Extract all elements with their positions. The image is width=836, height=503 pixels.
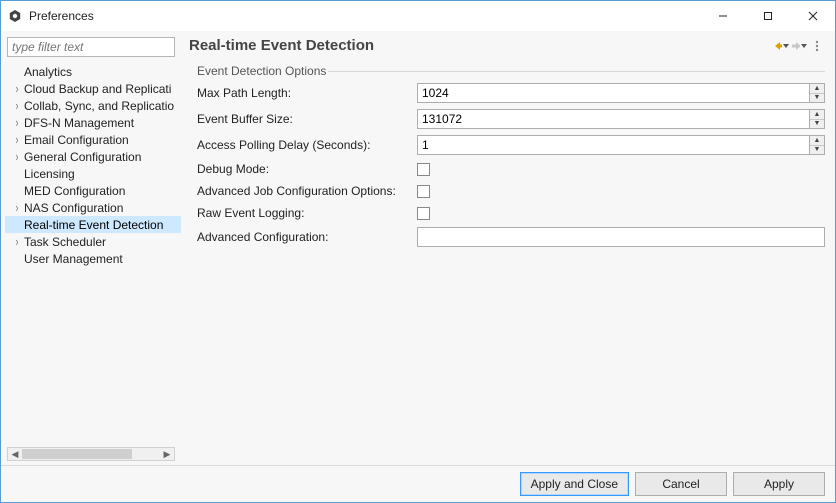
access-polling-delay-spinner[interactable]: ▲ ▼ — [417, 135, 825, 155]
sidebar-item-licensing[interactable]: Licensing — [5, 165, 181, 182]
access-polling-delay-input[interactable] — [417, 135, 809, 155]
sidebar-item-label: Analytics — [24, 65, 72, 79]
row-raw-event-logging: Raw Event Logging: — [195, 202, 825, 224]
sidebar-item-label: MED Configuration — [24, 184, 125, 198]
sidebar: Analytics›Cloud Backup and Replicati›Col… — [1, 31, 181, 465]
row-adv-job-cfg: Advanced Job Configuration Options: — [195, 180, 825, 202]
row-event-buffer-size: Event Buffer Size: ▲ ▼ — [195, 106, 825, 132]
form: Max Path Length: ▲ ▼ Event Buffer Size: — [195, 80, 825, 250]
label-debug-mode: Debug Mode: — [195, 162, 417, 176]
adv-config-input[interactable] — [417, 227, 825, 247]
page-title: Real-time Event Detection — [189, 37, 374, 54]
expander-icon[interactable]: › — [11, 235, 23, 249]
sidebar-item-label: DFS-N Management — [24, 116, 134, 130]
expander-icon[interactable]: › — [11, 82, 23, 96]
sidebar-item-label: General Configuration — [24, 150, 141, 164]
sidebar-item-label: Cloud Backup and Replicati — [24, 82, 171, 96]
scroll-thumb[interactable] — [22, 449, 132, 459]
row-access-polling-delay: Access Polling Delay (Seconds): ▲ ▼ — [195, 132, 825, 158]
sidebar-item-label: Licensing — [24, 167, 75, 181]
dialog-body: Analytics›Cloud Backup and Replicati›Col… — [1, 31, 835, 465]
sidebar-item-label: User Management — [24, 252, 123, 266]
main-header: Real-time Event Detection — [181, 31, 835, 64]
horizontal-scrollbar[interactable]: ◀ ▶ — [7, 447, 175, 461]
row-max-path-length: Max Path Length: ▲ ▼ — [195, 80, 825, 106]
sidebar-item-email-configuration[interactable]: ›Email Configuration — [5, 131, 181, 148]
sidebar-item-collab-sync-and-replicatio[interactable]: ›Collab, Sync, and Replicatio — [5, 97, 181, 114]
apply-button[interactable]: Apply — [733, 472, 825, 496]
sidebar-item-label: Collab, Sync, and Replicatio — [24, 99, 174, 113]
app-icon — [7, 8, 23, 24]
spin-up-icon[interactable]: ▲ — [810, 110, 824, 120]
raw-event-logging-checkbox[interactable] — [417, 207, 430, 220]
expander-icon[interactable]: › — [11, 150, 23, 164]
spinner-buttons: ▲ ▼ — [809, 135, 825, 155]
spin-up-icon[interactable]: ▲ — [810, 136, 824, 146]
sidebar-item-label: Real-time Event Detection — [24, 218, 163, 232]
minimize-button[interactable] — [700, 1, 745, 31]
dialog-footer: Apply and Close Cancel Apply — [1, 465, 835, 502]
expander-icon[interactable]: › — [11, 201, 23, 215]
maximize-button[interactable] — [745, 1, 790, 31]
max-path-length-spinner[interactable]: ▲ ▼ — [417, 83, 825, 103]
expander-icon[interactable]: › — [11, 116, 23, 130]
apply-and-close-button[interactable]: Apply and Close — [520, 472, 629, 496]
window-title: Preferences — [29, 9, 94, 23]
max-path-length-input[interactable] — [417, 83, 809, 103]
sidebar-item-analytics[interactable]: Analytics — [5, 63, 181, 80]
sidebar-item-cloud-backup-and-replicati[interactable]: ›Cloud Backup and Replicati — [5, 80, 181, 97]
spin-down-icon[interactable]: ▼ — [810, 94, 824, 103]
sidebar-item-med-configuration[interactable]: MED Configuration — [5, 182, 181, 199]
label-access-polling-delay: Access Polling Delay (Seconds): — [195, 138, 417, 152]
sidebar-item-dfs-n-management[interactable]: ›DFS-N Management — [5, 114, 181, 131]
sidebar-item-user-management[interactable]: User Management — [5, 250, 181, 267]
event-buffer-size-spinner[interactable]: ▲ ▼ — [417, 109, 825, 129]
event-detection-group: Event Detection Options Max Path Length:… — [195, 64, 825, 256]
close-button[interactable] — [790, 1, 835, 31]
label-max-path-length: Max Path Length: — [195, 86, 417, 100]
header-toolbar — [773, 38, 825, 54]
filter-input[interactable] — [7, 37, 175, 57]
spin-down-icon[interactable]: ▼ — [810, 146, 824, 155]
sidebar-item-label: Email Configuration — [24, 133, 129, 147]
preferences-window: Preferences Analytics›Cloud Backup and R… — [0, 0, 836, 503]
sidebar-item-general-configuration[interactable]: ›General Configuration — [5, 148, 181, 165]
scroll-left-icon[interactable]: ◀ — [8, 449, 22, 460]
label-adv-config: Advanced Configuration: — [195, 230, 417, 244]
debug-mode-checkbox[interactable] — [417, 163, 430, 176]
forward-button[interactable] — [791, 38, 807, 54]
spin-up-icon[interactable]: ▲ — [810, 84, 824, 94]
row-debug-mode: Debug Mode: — [195, 158, 825, 180]
sidebar-item-nas-configuration[interactable]: ›NAS Configuration — [5, 199, 181, 216]
back-button[interactable] — [773, 38, 789, 54]
sidebar-item-label: NAS Configuration — [24, 201, 123, 215]
label-adv-job-cfg: Advanced Job Configuration Options: — [195, 184, 417, 198]
expander-icon[interactable]: › — [11, 99, 23, 113]
spin-down-icon[interactable]: ▼ — [810, 120, 824, 129]
cancel-button[interactable]: Cancel — [635, 472, 727, 496]
group-title: Event Detection Options — [195, 64, 328, 78]
expander-icon[interactable]: › — [11, 133, 23, 147]
sidebar-item-task-scheduler[interactable]: ›Task Scheduler — [5, 233, 181, 250]
row-adv-config: Advanced Configuration: — [195, 224, 825, 250]
scroll-right-icon[interactable]: ▶ — [160, 449, 174, 460]
sidebar-item-label: Task Scheduler — [24, 235, 106, 249]
adv-job-cfg-checkbox[interactable] — [417, 185, 430, 198]
nav-tree: Analytics›Cloud Backup and Replicati›Col… — [5, 61, 181, 445]
spinner-buttons: ▲ ▼ — [809, 109, 825, 129]
event-buffer-size-input[interactable] — [417, 109, 809, 129]
spinner-buttons: ▲ ▼ — [809, 83, 825, 103]
label-raw-event-logging: Raw Event Logging: — [195, 206, 417, 220]
main-panel: Real-time Event Detection Event Detectio… — [181, 31, 835, 465]
label-event-buffer-size: Event Buffer Size: — [195, 112, 417, 126]
sidebar-item-real-time-event-detection[interactable]: Real-time Event Detection — [5, 216, 181, 233]
window-controls — [700, 1, 835, 31]
titlebar: Preferences — [1, 1, 835, 31]
menu-icon[interactable] — [809, 38, 825, 54]
